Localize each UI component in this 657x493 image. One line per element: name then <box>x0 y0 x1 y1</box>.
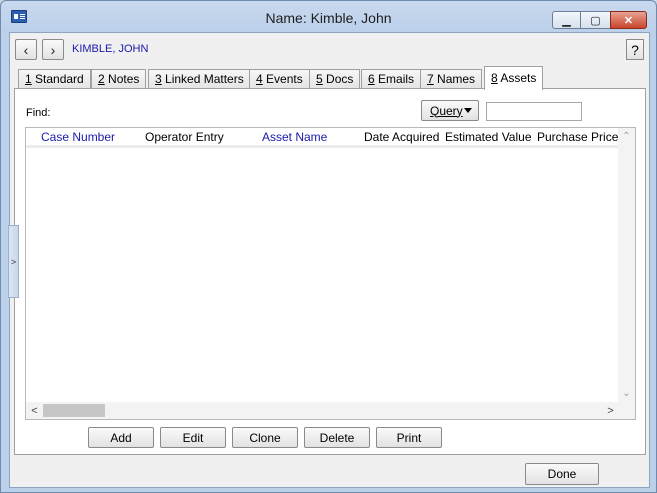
tab-emails[interactable]: 6 Emails <box>361 69 422 89</box>
tab-names[interactable]: 7 Names <box>420 69 483 89</box>
tab-docs[interactable]: 5 Docs <box>309 69 361 89</box>
tab-label: Names <box>433 72 476 86</box>
query-label: Query <box>430 103 463 118</box>
tab-standard[interactable]: 1 Standard <box>18 69 91 89</box>
tab-linked-matters[interactable]: 3 Linked Matters <box>148 69 251 89</box>
tab-events[interactable]: 4 Events <box>249 69 310 89</box>
help-button[interactable]: ? <box>626 39 644 60</box>
scrollbar-corner <box>618 402 635 419</box>
tab-label: Emails <box>374 72 415 86</box>
horizontal-scroll-thumb[interactable] <box>43 404 105 417</box>
title-bar[interactable]: Name: Kimble, John ▁ ▢ ✕ <box>1 1 656 33</box>
close-button[interactable]: ✕ <box>610 11 647 29</box>
tab-mnemonic: 3 <box>155 72 162 86</box>
tab-label: Assets <box>497 71 537 85</box>
dropdown-arrow-icon <box>464 108 472 113</box>
edit-button[interactable]: Edit <box>160 427 226 448</box>
app-window: Name: Kimble, John ▁ ▢ ✕ > ‹ › KIMBLE, J… <box>0 0 657 493</box>
tab-mnemonic: 5 <box>316 72 323 86</box>
side-panel-expand-handle[interactable]: > <box>8 225 19 298</box>
scroll-down-icon[interactable]: ⌄ <box>618 385 635 402</box>
tab-mnemonic: 6 <box>368 72 375 86</box>
vertical-scrollbar[interactable]: ⌃ ⌄ <box>618 128 635 402</box>
scroll-right-icon[interactable]: > <box>602 402 619 419</box>
grid-header: Case Number Operator Entry Asset Name Da… <box>26 128 619 148</box>
tab-label: Linked Matters <box>161 72 244 86</box>
column-header-case-number[interactable]: Case Number <box>41 130 115 144</box>
column-header-operator-entry[interactable]: Operator Entry <box>145 130 224 144</box>
tab-mnemonic: 8 <box>491 71 498 85</box>
tab-label: Docs <box>322 72 354 86</box>
clone-button[interactable]: Clone <box>232 427 298 448</box>
query-dropdown-button[interactable]: Query <box>421 100 479 121</box>
tab-strip: 1 Standard 2 Notes 3 Linked Matters 4 Ev… <box>18 66 638 90</box>
done-button[interactable]: Done <box>525 463 599 485</box>
tab-assets[interactable]: 8 Assets <box>484 66 544 90</box>
assets-grid[interactable]: Case Number Operator Entry Asset Name Da… <box>25 127 636 420</box>
client-area: ‹ › KIMBLE, JOHN ? 1 Standard 2 Notes 3 … <box>9 32 650 488</box>
horizontal-scrollbar[interactable]: < > <box>26 402 619 419</box>
tab-mnemonic: 2 <box>98 72 105 86</box>
minimize-button[interactable]: ▁ <box>552 11 581 29</box>
tab-notes[interactable]: 2 Notes <box>91 69 147 89</box>
column-header-purchase-price[interactable]: Purchase Price <box>537 130 618 144</box>
print-button[interactable]: Print <box>376 427 442 448</box>
tab-mnemonic: 7 <box>427 72 434 86</box>
tab-label: Standard <box>31 72 84 86</box>
assets-tab-panel: Find: Query Case Number Operator Entry A… <box>14 88 646 455</box>
tab-label: Events <box>262 72 303 86</box>
add-button[interactable]: Add <box>88 427 154 448</box>
column-header-estimated-value[interactable]: Estimated Value <box>445 130 532 144</box>
maximize-button[interactable]: ▢ <box>581 11 610 29</box>
delete-button[interactable]: Delete <box>304 427 370 448</box>
tab-mnemonic: 4 <box>256 72 263 86</box>
find-input[interactable] <box>486 102 582 121</box>
find-label: Find: <box>26 107 51 119</box>
tab-mnemonic: 1 <box>25 72 32 86</box>
column-header-asset-name[interactable]: Asset Name <box>262 130 327 144</box>
previous-record-button[interactable]: ‹ <box>15 39 37 60</box>
next-record-button[interactable]: › <box>42 39 64 60</box>
scroll-up-icon[interactable]: ⌃ <box>618 128 635 145</box>
tab-label: Notes <box>104 72 140 86</box>
record-name-link[interactable]: KIMBLE, JOHN <box>72 43 148 55</box>
scroll-left-icon[interactable]: < <box>26 402 43 419</box>
column-header-date-acquired[interactable]: Date Acquired <box>364 130 439 144</box>
